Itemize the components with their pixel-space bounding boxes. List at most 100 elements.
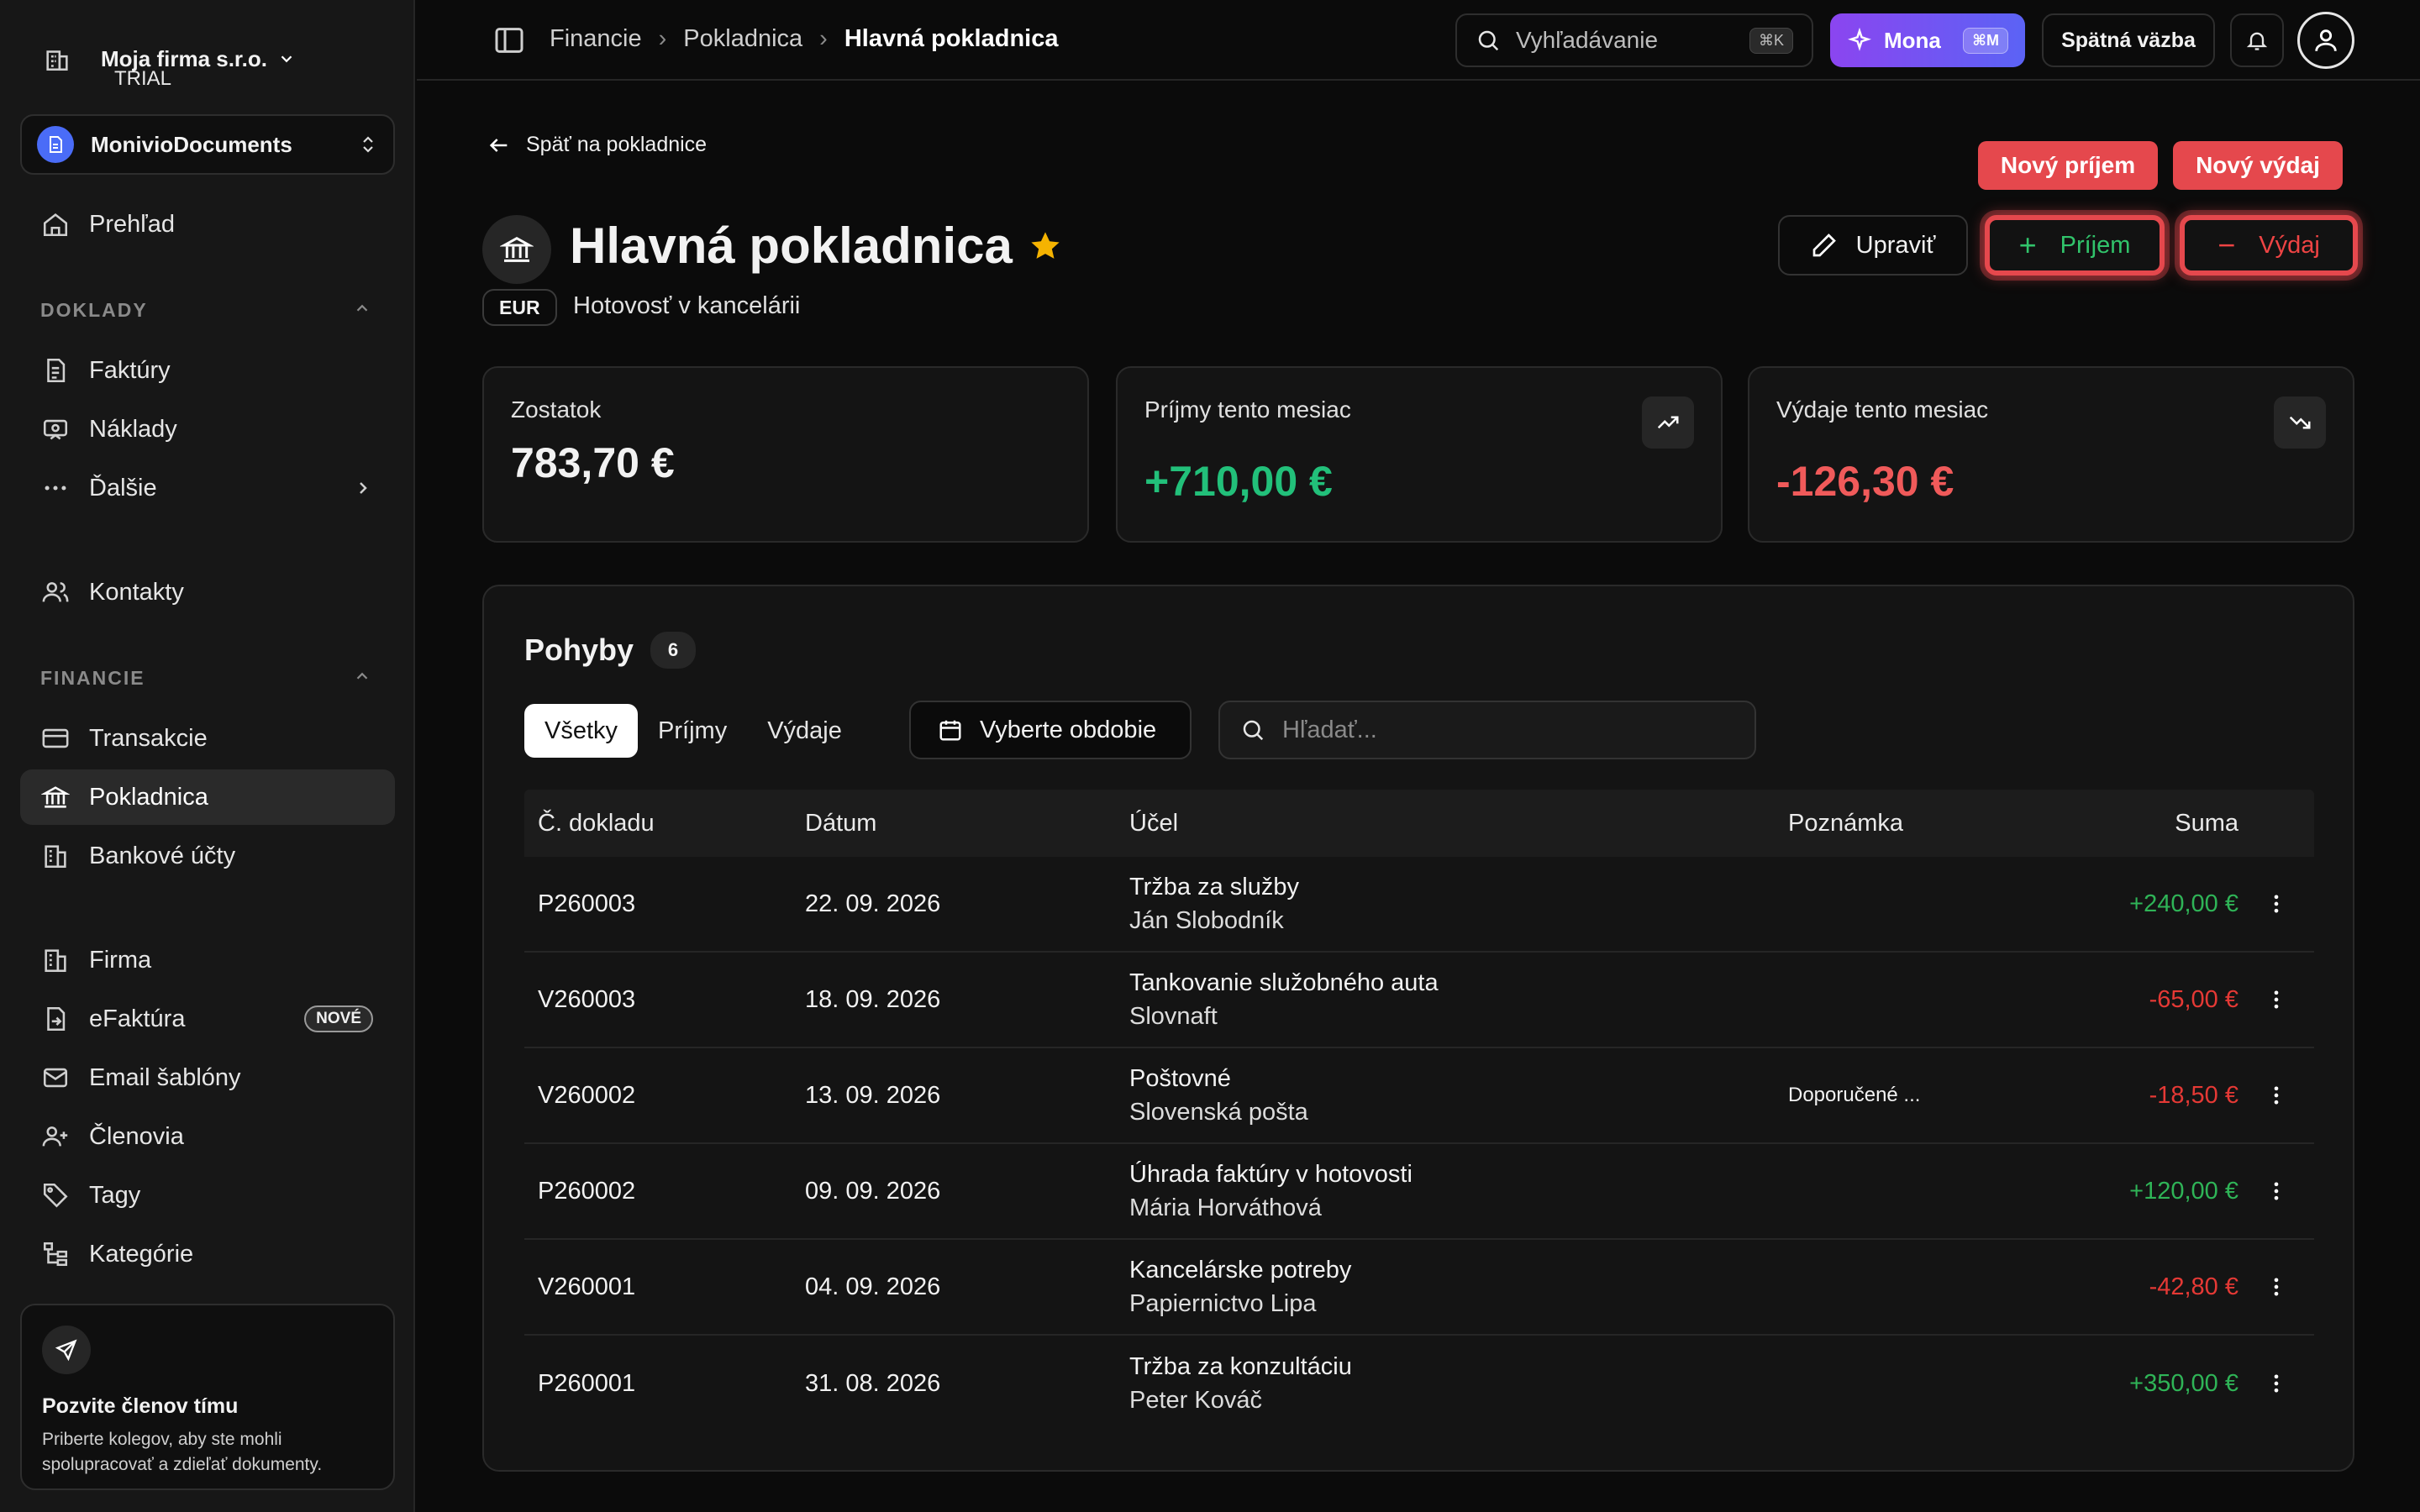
row-menu-button[interactable] bbox=[2238, 1372, 2314, 1395]
nav-faktury[interactable]: Faktúry bbox=[20, 343, 395, 398]
nav-tagy[interactable]: Tagy bbox=[20, 1168, 395, 1223]
global-search[interactable]: Vyhľadávanie ⌘K bbox=[1455, 13, 1813, 67]
bell-icon bbox=[2246, 32, 2268, 50]
column-note[interactable]: Poznámka bbox=[1788, 810, 2091, 837]
nav-email-sablony[interactable]: Email šablóny bbox=[20, 1050, 395, 1105]
row-menu-button[interactable] bbox=[2238, 1179, 2314, 1203]
currency-badge: EUR bbox=[482, 289, 557, 326]
movements-title-text: Pohyby bbox=[524, 633, 634, 667]
bank-icon bbox=[39, 780, 72, 814]
tab-all[interactable]: Všetky bbox=[524, 704, 639, 758]
column-date[interactable]: Dátum bbox=[805, 810, 1129, 837]
row-sum: -42,80 € bbox=[2149, 1273, 2238, 1300]
row-sum: -65,00 € bbox=[2149, 985, 2238, 1013]
page-title-text: Hlavná pokladnica bbox=[570, 218, 1013, 274]
mail-icon bbox=[39, 1061, 72, 1095]
table-row[interactable]: V260003 18. 09. 2026 Tankovanie služobné… bbox=[524, 953, 2314, 1048]
tab-expense[interactable]: Výdaje bbox=[747, 704, 862, 758]
table-row[interactable]: V260001 04. 09. 2026 Kancelárske potreby… bbox=[524, 1240, 2314, 1336]
user-menu-button[interactable] bbox=[2297, 12, 2354, 69]
more-vertical-icon bbox=[2274, 990, 2279, 1009]
column-sum[interactable]: Suma bbox=[2091, 810, 2238, 837]
row-menu-button[interactable] bbox=[2238, 1084, 2314, 1107]
add-expense-button[interactable]: − Výdaj bbox=[2180, 215, 2358, 276]
breadcrumb-pokladnica[interactable]: Pokladnica bbox=[683, 25, 802, 53]
nav-clenovia[interactable]: Členovia bbox=[20, 1109, 395, 1164]
more-horizontal-icon bbox=[39, 471, 72, 505]
new-income-tag: Nový príjem bbox=[1978, 141, 2158, 190]
table-row[interactable]: P260001 31. 08. 2026 Tržba za konzultáci… bbox=[524, 1336, 2314, 1431]
row-doc: V260001 bbox=[538, 1273, 636, 1300]
table-row[interactable]: P260002 09. 09. 2026 Úhrada faktúry v ho… bbox=[524, 1144, 2314, 1240]
hierarchy-icon bbox=[39, 1237, 72, 1271]
notifications-button[interactable] bbox=[2230, 13, 2284, 67]
nav-overview[interactable]: Prehľad bbox=[20, 197, 395, 252]
row-purpose: Kancelárske potreby bbox=[1129, 1257, 1352, 1284]
workspace-switcher[interactable]: MonivioDocuments bbox=[20, 114, 395, 175]
section-doklady[interactable]: DOKLADY bbox=[40, 299, 368, 322]
nav-kontakty[interactable]: Kontakty bbox=[20, 564, 395, 620]
column-purpose[interactable]: Účel bbox=[1129, 806, 1788, 840]
nav-pokladnica[interactable]: Pokladnica bbox=[20, 769, 395, 825]
row-date: 04. 09. 2026 bbox=[805, 1273, 941, 1300]
row-doc: V260003 bbox=[538, 985, 636, 1013]
row-menu-button[interactable] bbox=[2238, 988, 2314, 1011]
row-doc: P260002 bbox=[538, 1177, 636, 1205]
invite-card[interactable]: Pozvite členov tímu Priberte kolegov, ab… bbox=[20, 1304, 395, 1490]
invoice-icon bbox=[39, 354, 72, 387]
breadcrumb-financie[interactable]: Financie bbox=[550, 25, 642, 53]
row-menu-button[interactable] bbox=[2238, 892, 2314, 916]
section-financie[interactable]: FINANCIE bbox=[40, 667, 368, 690]
search-placeholder: Vyhľadávanie bbox=[1516, 27, 1659, 53]
row-sum: +350,00 € bbox=[2129, 1369, 2238, 1397]
shortcut-hint: ⌘K bbox=[1749, 27, 1793, 54]
nav-label: Tagy bbox=[89, 1181, 141, 1209]
company-switcher[interactable]: Moja firma s.r.o. TRIAL bbox=[20, 17, 390, 101]
row-date: 31. 08. 2026 bbox=[805, 1369, 941, 1397]
building-icon bbox=[39, 839, 72, 873]
income-card: Príjmy tento mesiac +710,00 € bbox=[1116, 366, 1723, 543]
company-plan: TRIAL bbox=[114, 67, 172, 90]
period-label: Vyberte obdobie bbox=[980, 716, 1157, 743]
chevron-right-icon bbox=[360, 482, 367, 494]
nav-bankove-ucty[interactable]: Bankové účty bbox=[20, 828, 395, 884]
more-vertical-icon bbox=[2274, 1278, 2279, 1296]
add-income-button[interactable]: + Príjem bbox=[1985, 215, 2165, 276]
row-party: Mária Horváthová bbox=[1129, 1194, 1322, 1221]
page-title: Hlavná pokladnica bbox=[570, 217, 1063, 275]
edit-button[interactable]: Upraviť bbox=[1778, 215, 1968, 276]
row-party: Slovnaft bbox=[1129, 1003, 1218, 1030]
row-party: Peter Kováč bbox=[1129, 1387, 1262, 1414]
nav-efaktura[interactable]: eFaktúra NOVÉ bbox=[20, 991, 395, 1047]
income-label: Príjmy tento mesiac bbox=[1144, 396, 1351, 423]
sidebar-toggle-icon[interactable] bbox=[492, 24, 526, 57]
mona-label: Mona bbox=[1884, 27, 1941, 53]
row-sum: +120,00 € bbox=[2129, 1177, 2238, 1205]
balance-value: 783,70 € bbox=[511, 439, 675, 486]
row-purpose: Poštovné bbox=[1129, 1065, 1231, 1092]
table-row[interactable]: V260002 13. 09. 2026 Poštovné Slovenská p… bbox=[524, 1048, 2314, 1144]
mona-assistant-button[interactable]: Mona ⌘M bbox=[1830, 13, 2025, 67]
period-picker[interactable]: Vyberte obdobie bbox=[909, 701, 1192, 759]
star-icon[interactable] bbox=[1028, 228, 1063, 264]
tab-income[interactable]: Príjmy bbox=[638, 704, 747, 758]
new-badge: NOVÉ bbox=[304, 1005, 373, 1032]
nav-firma[interactable]: Firma bbox=[20, 932, 395, 988]
row-menu-button[interactable] bbox=[2238, 1275, 2314, 1299]
nav-naklady[interactable]: Náklady bbox=[20, 402, 395, 457]
breadcrumb: Financie › Pokladnica › Hlavná pokladnic… bbox=[550, 25, 1059, 53]
section-label: FINANCIE bbox=[40, 667, 145, 689]
table-row[interactable]: P260003 22. 09. 2026 Tržba za služby Ján … bbox=[524, 857, 2314, 953]
column-doc[interactable]: Č. dokladu bbox=[524, 810, 805, 837]
balance-label: Zostatok bbox=[511, 396, 602, 423]
nav-kategorie[interactable]: Kategórie bbox=[20, 1226, 395, 1282]
feedback-button[interactable]: Spätná väzba bbox=[2042, 13, 2215, 67]
back-link[interactable]: Späť na pokladnice bbox=[487, 133, 707, 157]
nav-transakcie[interactable]: Transakcie bbox=[20, 711, 395, 766]
movements-search-input[interactable]: Hľadať... bbox=[1218, 701, 1756, 759]
nav-dalsie[interactable]: Ďalšie bbox=[20, 460, 395, 516]
search-icon bbox=[1478, 30, 1499, 51]
building-icon bbox=[20, 22, 94, 96]
expense-value: -126,30 € bbox=[1776, 458, 1954, 505]
plus-icon: + bbox=[2018, 228, 2037, 262]
